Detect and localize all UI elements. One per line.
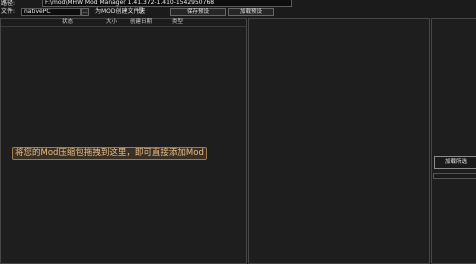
- column-created-date[interactable]: 创建日期: [130, 19, 152, 26]
- load-preset-button[interactable]: 加载预设: [228, 8, 274, 16]
- actions-panel: 加载所选: [431, 18, 476, 264]
- load-selected-button[interactable]: 加载所选: [434, 156, 476, 169]
- mod-list-header: 状态 大小 创建日期 类型: [1, 19, 246, 27]
- top-right-strip: [292, 0, 476, 18]
- create-folder-value[interactable]: 是: [138, 8, 144, 16]
- file-folder-field[interactable]: nativePC: [21, 8, 81, 16]
- file-label: 文件:: [1, 8, 16, 15]
- column-size[interactable]: 大小: [106, 19, 117, 26]
- browse-button[interactable]: ...: [81, 8, 89, 16]
- path-label: 路径:: [1, 0, 16, 7]
- mod-list-panel[interactable]: 状态 大小 创建日期 类型 将您的Mod压缩包拖拽到这里，即可直接添加Mod: [0, 18, 247, 264]
- side-divider: [433, 173, 476, 179]
- details-panel: [248, 18, 430, 264]
- save-preset-button[interactable]: 保存预设: [170, 8, 226, 16]
- column-type[interactable]: 类型: [172, 19, 183, 26]
- game-path-field[interactable]: F:\mod\MHW Mod Manager 1.41.372-1.410-15…: [42, 0, 292, 7]
- drop-zone-hint: 将您的Mod压缩包拖拽到这里，即可直接添加Mod: [12, 147, 207, 160]
- column-status[interactable]: 状态: [62, 19, 73, 26]
